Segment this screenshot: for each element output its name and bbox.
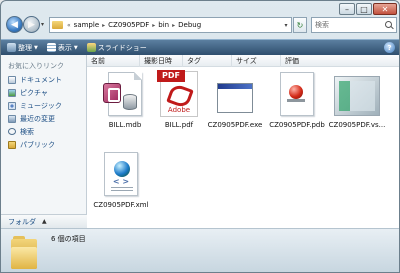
address-bar[interactable]: « sample ▸ CZ0905PDF ▸ bin ▸ Debug ▾ [49, 17, 292, 33]
organize-label: 整理 [18, 43, 32, 52]
breadcrumb-sample[interactable]: sample [72, 21, 101, 29]
sidebar-item-documents[interactable]: ドキュメント [1, 73, 86, 86]
slideshow-button[interactable]: スライドショー [86, 43, 147, 53]
visual-studio-host-icon [334, 76, 380, 116]
column-header-date-taken[interactable]: 撮影日時 [140, 55, 183, 67]
views-label: 表示 [57, 43, 72, 52]
sidebar-item-label: 検索 [20, 127, 34, 136]
pictures-icon [8, 88, 16, 97]
sidebar-item-label: ドキュメント [20, 75, 62, 84]
pdf-icon: PDF Adobe [157, 70, 198, 117]
recent-pages-dropdown[interactable]: ▾ [41, 21, 44, 28]
command-bar: 整理 ▼ 表示 ▼ スライドショー ? [1, 39, 399, 55]
favorite-links-heading: お気に入りリンク [8, 62, 64, 70]
file-thumbnail [100, 69, 150, 119]
sidebar-item-label: 最近の変更 [20, 114, 55, 123]
file-thumbnail: < > [96, 149, 146, 199]
organize-icon [7, 43, 16, 52]
explorer-window: – □ ✕ ◀ ▶ ▾ « sample ▸ CZ0905PDF ▸ bin ▸… [0, 0, 400, 273]
help-icon[interactable]: ? [384, 42, 395, 53]
file-thumbnail [210, 69, 260, 119]
address-row: ◀ ▶ ▾ « sample ▸ CZ0905PDF ▸ bin ▸ Debug… [1, 15, 399, 37]
search-folder-icon [8, 128, 16, 135]
chevron-up-icon: ▲ [42, 218, 47, 225]
file-list[interactable]: 名前 撮影日時 タグ サイズ 評価 BILL.mdb PDF Adobe BIL… [87, 55, 399, 228]
sidebar-item-music[interactable]: ミュージック [1, 99, 86, 112]
details-pane: 6 個の項目 [1, 228, 399, 272]
chevron-down-icon: ▼ [73, 44, 78, 51]
maximize-button[interactable]: □ [356, 3, 372, 15]
sidebar-item-public[interactable]: パブリック [1, 138, 86, 151]
search-input[interactable]: 検索 [315, 20, 329, 30]
file-item-cz0905pdf-exe[interactable]: CZ0905PDF.exe [201, 69, 269, 129]
adobe-wordmark: Adobe [167, 106, 191, 114]
column-header-tags[interactable]: タグ [183, 55, 232, 67]
navigation-pane: お気に入りリンク ドキュメント ピクチャ ミュージック 最近の変更 検索 パブリ… [1, 55, 87, 228]
folder-icon [11, 233, 37, 269]
sidebar-item-label: ピクチャ [20, 88, 48, 97]
red-ball-icon [289, 85, 303, 99]
public-folder-icon [8, 140, 16, 149]
sidebar-item-label: パブリック [20, 140, 55, 149]
file-name: BILL.pdf [164, 121, 194, 129]
file-item-cz0905pdf-vshost[interactable]: CZ0905PDF.vs... [323, 69, 391, 129]
views-icon [46, 43, 56, 52]
column-header-name[interactable]: 名前 [87, 55, 140, 67]
sidebar-item-searches[interactable]: 検索 [1, 125, 86, 138]
file-item-cz0905pdf-xml[interactable]: < > CZ0905PDF.xml [87, 149, 155, 209]
refresh-button[interactable]: ↻ [293, 17, 307, 33]
access-key-icon [103, 83, 121, 103]
column-header-rating[interactable]: 評価 [281, 55, 341, 67]
breadcrumb-bin[interactable]: bin [156, 21, 171, 29]
breadcrumb-cz0905pdf[interactable]: CZ0905PDF [106, 21, 151, 29]
pdf-badge: PDF [157, 70, 185, 82]
slideshow-label: スライドショー [97, 43, 147, 52]
forward-button[interactable]: ▶ [23, 16, 40, 33]
file-thumbnail [272, 69, 322, 119]
file-thumbnail [332, 69, 382, 119]
breadcrumb-debug[interactable]: Debug [176, 21, 203, 29]
file-name: CZ0905PDF.exe [207, 121, 263, 129]
back-button[interactable]: ◀ [6, 16, 23, 33]
views-button[interactable]: 表示 ▼ [46, 43, 78, 53]
file-thumbnail: PDF Adobe [154, 69, 204, 119]
file-name: CZ0905PDF.xml [93, 201, 149, 209]
music-icon [8, 101, 16, 110]
minimize-button[interactable]: – [339, 3, 355, 15]
window-title-strip [218, 84, 252, 89]
chevron-down-icon: ▼ [34, 44, 38, 51]
organize-button[interactable]: 整理 ▼ [7, 43, 38, 53]
column-header-size[interactable]: サイズ [232, 55, 281, 67]
documents-icon [8, 75, 16, 84]
folder-icon [52, 21, 63, 29]
slideshow-icon [86, 43, 96, 52]
file-name: CZ0905PDF.vs... [328, 121, 386, 129]
search-icon[interactable] [385, 20, 394, 30]
search-box[interactable]: 検索 [311, 17, 397, 33]
file-item-cz0905pdf-pdb[interactable]: CZ0905PDF.pdb [263, 69, 331, 129]
xml-document-icon: < > [104, 152, 138, 196]
column-headers: 名前 撮影日時 タグ サイズ 評価 [87, 55, 399, 67]
address-dropdown-button[interactable]: ▾ [281, 22, 291, 29]
file-name: CZ0905PDF.pdb [269, 121, 325, 129]
text-lines-icon [111, 187, 133, 193]
window-controls: – □ ✕ [339, 3, 397, 15]
sidebar-item-label: ミュージック [20, 101, 62, 110]
program-database-icon [280, 72, 314, 116]
item-count: 6 個の項目 [51, 235, 86, 243]
sidebar-item-pictures[interactable]: ピクチャ [1, 86, 86, 99]
globe-icon [114, 161, 130, 177]
recent-changes-icon [8, 114, 16, 123]
application-window-icon [217, 83, 253, 113]
xml-tag-glyph: < > [112, 177, 130, 186]
stand-icon [287, 99, 305, 102]
folders-label: フォルダ [8, 217, 36, 226]
file-name: BILL.mdb [108, 121, 142, 129]
access-database-icon [103, 72, 142, 116]
sidebar-item-recent-changes[interactable]: 最近の変更 [1, 112, 86, 125]
database-icon [123, 94, 137, 110]
folders-toggle[interactable]: フォルダ ▲ [1, 214, 87, 228]
close-button[interactable]: ✕ [373, 3, 397, 15]
